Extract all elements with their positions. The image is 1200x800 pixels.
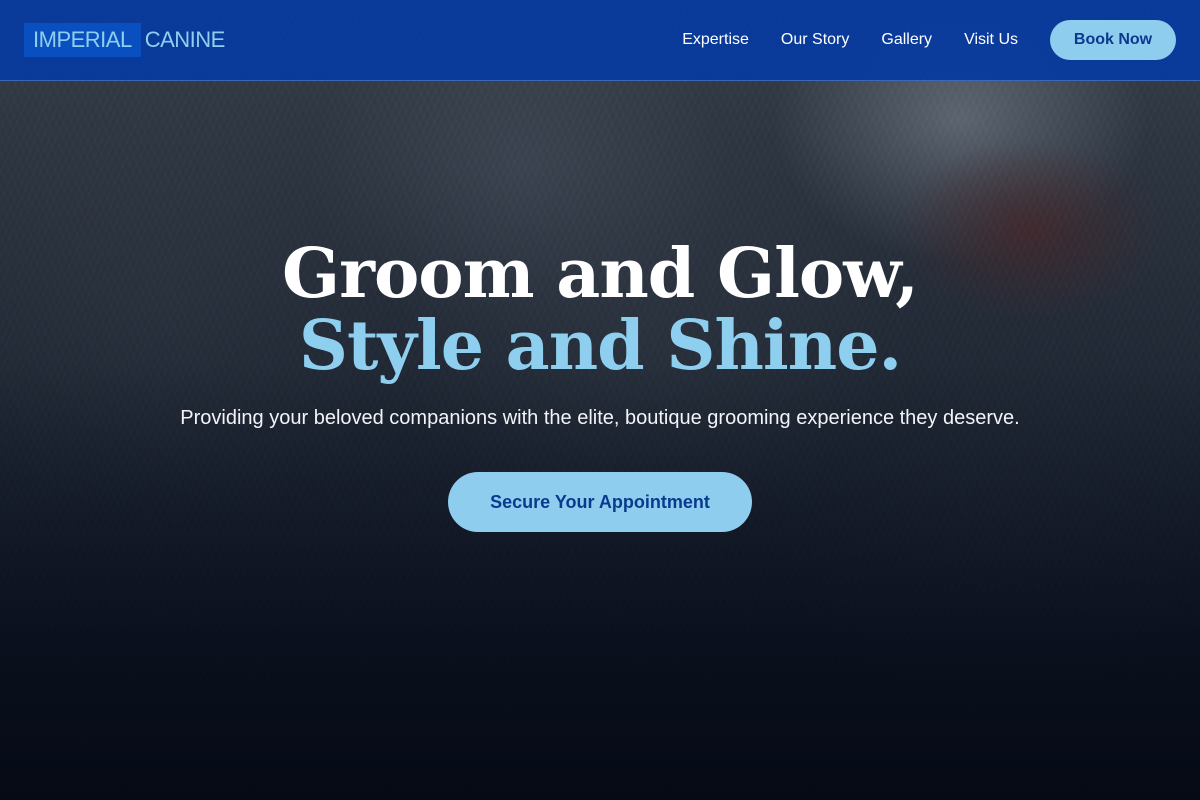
- nav-link-expertise[interactable]: Expertise: [682, 31, 749, 49]
- book-now-button[interactable]: Book Now: [1050, 20, 1176, 60]
- hero-headline: Groom and Glow, Style and Shine.: [0, 238, 1200, 382]
- brand-logo-part2: CANINE: [144, 27, 226, 52]
- hero-section: Groom and Glow, Style and Shine. Providi…: [0, 0, 1200, 800]
- hero-headline-line2: Style and Shine.: [298, 306, 902, 386]
- secure-appointment-button[interactable]: Secure Your Appointment: [448, 472, 752, 532]
- site-header: IMPERIAL CANINE Expertise Our Story Gall…: [0, 0, 1200, 81]
- brand-logo[interactable]: IMPERIAL CANINE: [24, 23, 225, 57]
- nav-link-visit-us[interactable]: Visit Us: [964, 31, 1018, 49]
- hero-content: Groom and Glow, Style and Shine. Providi…: [0, 238, 1200, 532]
- hero-headline-line1: Groom and Glow,: [282, 234, 919, 314]
- main-nav: Expertise Our Story Gallery Visit Us Boo…: [682, 20, 1176, 60]
- brand-logo-part1: IMPERIAL: [24, 23, 141, 57]
- nav-link-our-story[interactable]: Our Story: [781, 31, 849, 49]
- hero-subtext: Providing your beloved companions with t…: [180, 407, 1020, 429]
- nav-link-gallery[interactable]: Gallery: [881, 31, 932, 49]
